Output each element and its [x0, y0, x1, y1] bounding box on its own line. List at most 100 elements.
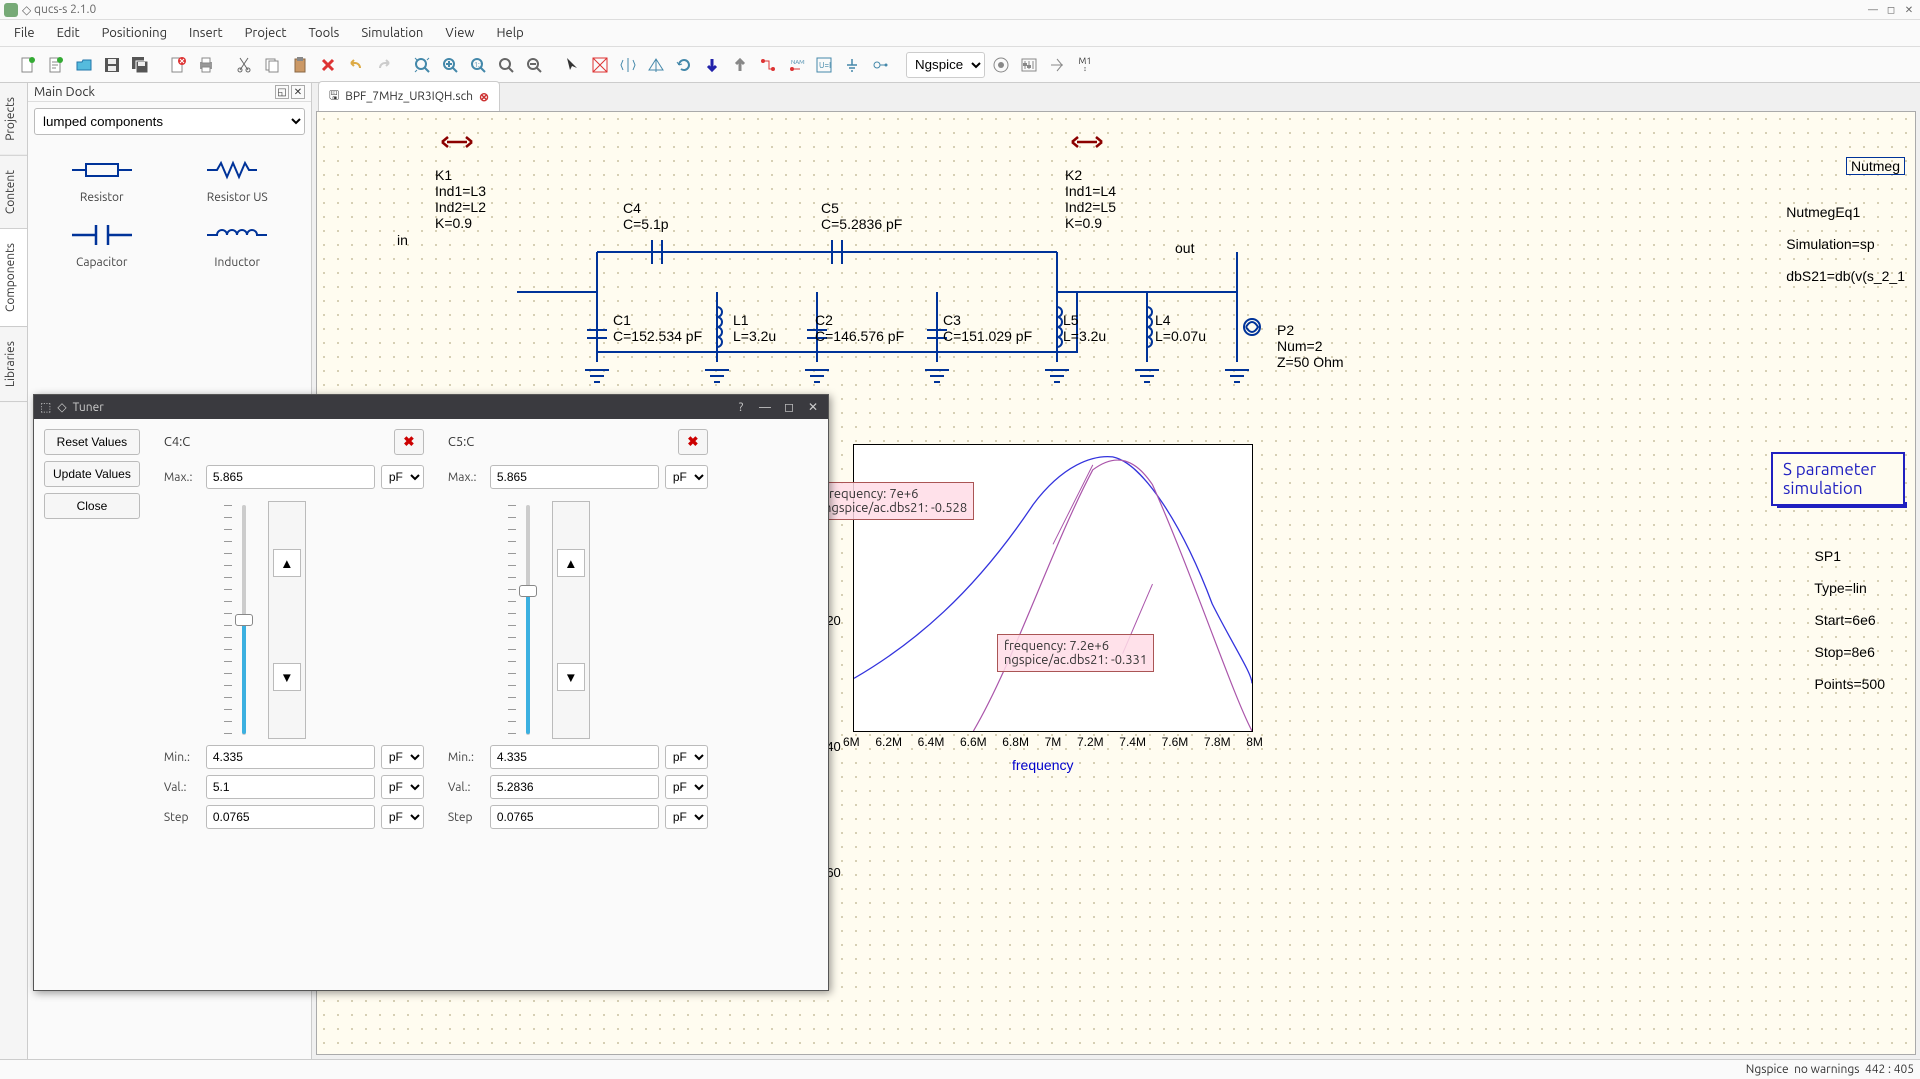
new-file-icon[interactable]	[16, 53, 40, 77]
zoom-reset-icon[interactable]: 1:1	[466, 53, 490, 77]
menu-view[interactable]: View	[435, 23, 484, 43]
val-input[interactable]	[490, 775, 659, 799]
marker-icon[interactable]: M1↕	[1073, 53, 1097, 77]
mirror-icon[interactable]	[616, 53, 640, 77]
max-input[interactable]	[490, 465, 659, 489]
wire-icon[interactable]	[756, 53, 780, 77]
mirror-v-icon[interactable]	[644, 53, 668, 77]
equation-icon[interactable]: U=I	[812, 53, 836, 77]
val-input[interactable]	[206, 775, 375, 799]
tuner-pin-icon[interactable]: ◇	[57, 400, 66, 414]
save-all-icon[interactable]	[128, 53, 152, 77]
save-icon[interactable]	[100, 53, 124, 77]
minimize-icon[interactable]: —	[1866, 3, 1880, 17]
label-c3: C3C=151.029 pF	[943, 312, 1032, 344]
document-tab[interactable]: 🖫 BPF_7MHz_UR3IQH.sch ⊗	[318, 81, 500, 111]
step-unit-select[interactable]: pF	[381, 805, 424, 829]
close-button[interactable]: Close	[44, 493, 140, 519]
sweep-icon[interactable]	[1045, 53, 1069, 77]
step-input[interactable]	[490, 805, 659, 829]
menu-tools[interactable]: Tools	[298, 23, 349, 43]
delete-param-button[interactable]: ✖	[678, 429, 708, 455]
max-input[interactable]	[206, 465, 375, 489]
delete-param-button[interactable]: ✖	[394, 429, 424, 455]
close-file-icon[interactable]	[166, 53, 190, 77]
sidetab-content[interactable]: Content	[0, 156, 27, 229]
sidetab-libraries[interactable]: Libraries	[0, 327, 27, 402]
restore-icon[interactable]: ◇	[22, 3, 31, 17]
tab-close-icon[interactable]: ⊗	[479, 90, 489, 104]
zoom-in-icon[interactable]	[438, 53, 462, 77]
marker-2[interactable]: frequency: 7.2e+6 ngspice/ac.dbs21: -0.3…	[997, 634, 1154, 672]
component-resistor-us[interactable]: Resistor US	[170, 147, 306, 212]
update-values-button[interactable]: Update Values	[44, 461, 140, 487]
component-capacitor[interactable]: Capacitor	[34, 212, 170, 277]
component-inductor[interactable]: Inductor	[170, 212, 306, 277]
value-slider[interactable]	[518, 501, 538, 739]
maximize-icon[interactable]: ◻	[1884, 3, 1898, 17]
undo-icon[interactable]	[344, 53, 368, 77]
open-icon[interactable]	[72, 53, 96, 77]
tuner-app-icon: ⬚	[40, 400, 51, 414]
min-input[interactable]	[206, 745, 375, 769]
dock-float-icon[interactable]: ◱	[275, 85, 289, 99]
component-resistor[interactable]: Resistor	[34, 147, 170, 212]
select-icon[interactable]	[560, 53, 584, 77]
new-text-icon[interactable]	[44, 53, 68, 77]
step-down-button[interactable]: ▼	[273, 663, 301, 691]
max-unit-select[interactable]: pF	[381, 465, 424, 489]
min-unit-select[interactable]: pF	[665, 745, 708, 769]
sidetab-projects[interactable]: Projects	[0, 83, 27, 156]
step-unit-select[interactable]: pF	[665, 805, 708, 829]
component-category-select[interactable]: lumped components	[34, 108, 305, 135]
zoom-out-icon[interactable]	[522, 53, 546, 77]
menu-insert[interactable]: Insert	[179, 23, 233, 43]
zoom-fit-icon[interactable]	[410, 53, 434, 77]
menu-positioning[interactable]: Positioning	[92, 23, 177, 43]
paste-icon[interactable]	[288, 53, 312, 77]
print-icon[interactable]	[194, 53, 218, 77]
tuner-minimize-icon[interactable]: —	[756, 398, 774, 416]
step-up-button[interactable]: ▲	[273, 549, 301, 577]
wire-label-icon[interactable]: NAME	[784, 53, 808, 77]
step-input[interactable]	[206, 805, 375, 829]
tuner-maximize-icon[interactable]: ◻	[780, 398, 798, 416]
menu-file[interactable]: File	[4, 23, 45, 43]
port-icon[interactable]	[868, 53, 892, 77]
tuner-titlebar[interactable]: ⬚ ◇ Tuner ? — ◻ ✕	[34, 395, 828, 419]
copy-icon[interactable]	[260, 53, 284, 77]
sidetab-components[interactable]: Components	[0, 229, 27, 327]
dock-close-icon[interactable]: ✕	[291, 85, 305, 99]
move-down-icon[interactable]	[700, 53, 724, 77]
step-down-button[interactable]: ▼	[557, 663, 585, 691]
tuner-help-icon[interactable]: ?	[732, 398, 750, 416]
val-unit-select[interactable]: pF	[665, 775, 708, 799]
reset-values-button[interactable]: Reset Values	[44, 429, 140, 455]
menu-edit[interactable]: Edit	[47, 23, 90, 43]
max-unit-select[interactable]: pF	[665, 465, 708, 489]
value-slider[interactable]	[234, 501, 254, 739]
cut-icon[interactable]	[232, 53, 256, 77]
move-up-icon[interactable]	[728, 53, 752, 77]
menu-project[interactable]: Project	[235, 23, 297, 43]
min-input[interactable]	[490, 745, 659, 769]
val-unit-select[interactable]: pF	[381, 775, 424, 799]
min-unit-select[interactable]: pF	[381, 745, 424, 769]
simulator-select[interactable]: Ngspice	[906, 52, 985, 78]
tuner-close-icon[interactable]: ✕	[804, 398, 822, 416]
sim-box[interactable]: S parameter simulation	[1771, 452, 1905, 506]
nutmeg-params: NutmegEq1 Simulation=sp dbS21=db(v(s_2_1	[1755, 188, 1905, 300]
ground-icon[interactable]	[840, 53, 864, 77]
nutmeg-box-title: Nutmeg	[1846, 157, 1905, 175]
redo-icon[interactable]	[372, 53, 396, 77]
simulate-icon[interactable]	[989, 53, 1013, 77]
menu-simulation[interactable]: Simulation	[351, 23, 433, 43]
tune-icon[interactable]	[1017, 53, 1041, 77]
menu-help[interactable]: Help	[486, 23, 533, 43]
step-up-button[interactable]: ▲	[557, 549, 585, 577]
zoom-2-icon[interactable]	[494, 53, 518, 77]
delete-icon[interactable]	[316, 53, 340, 77]
rotate-icon[interactable]	[672, 53, 696, 77]
close-icon[interactable]: ✕	[1902, 3, 1916, 17]
deactivate-icon[interactable]	[588, 53, 612, 77]
